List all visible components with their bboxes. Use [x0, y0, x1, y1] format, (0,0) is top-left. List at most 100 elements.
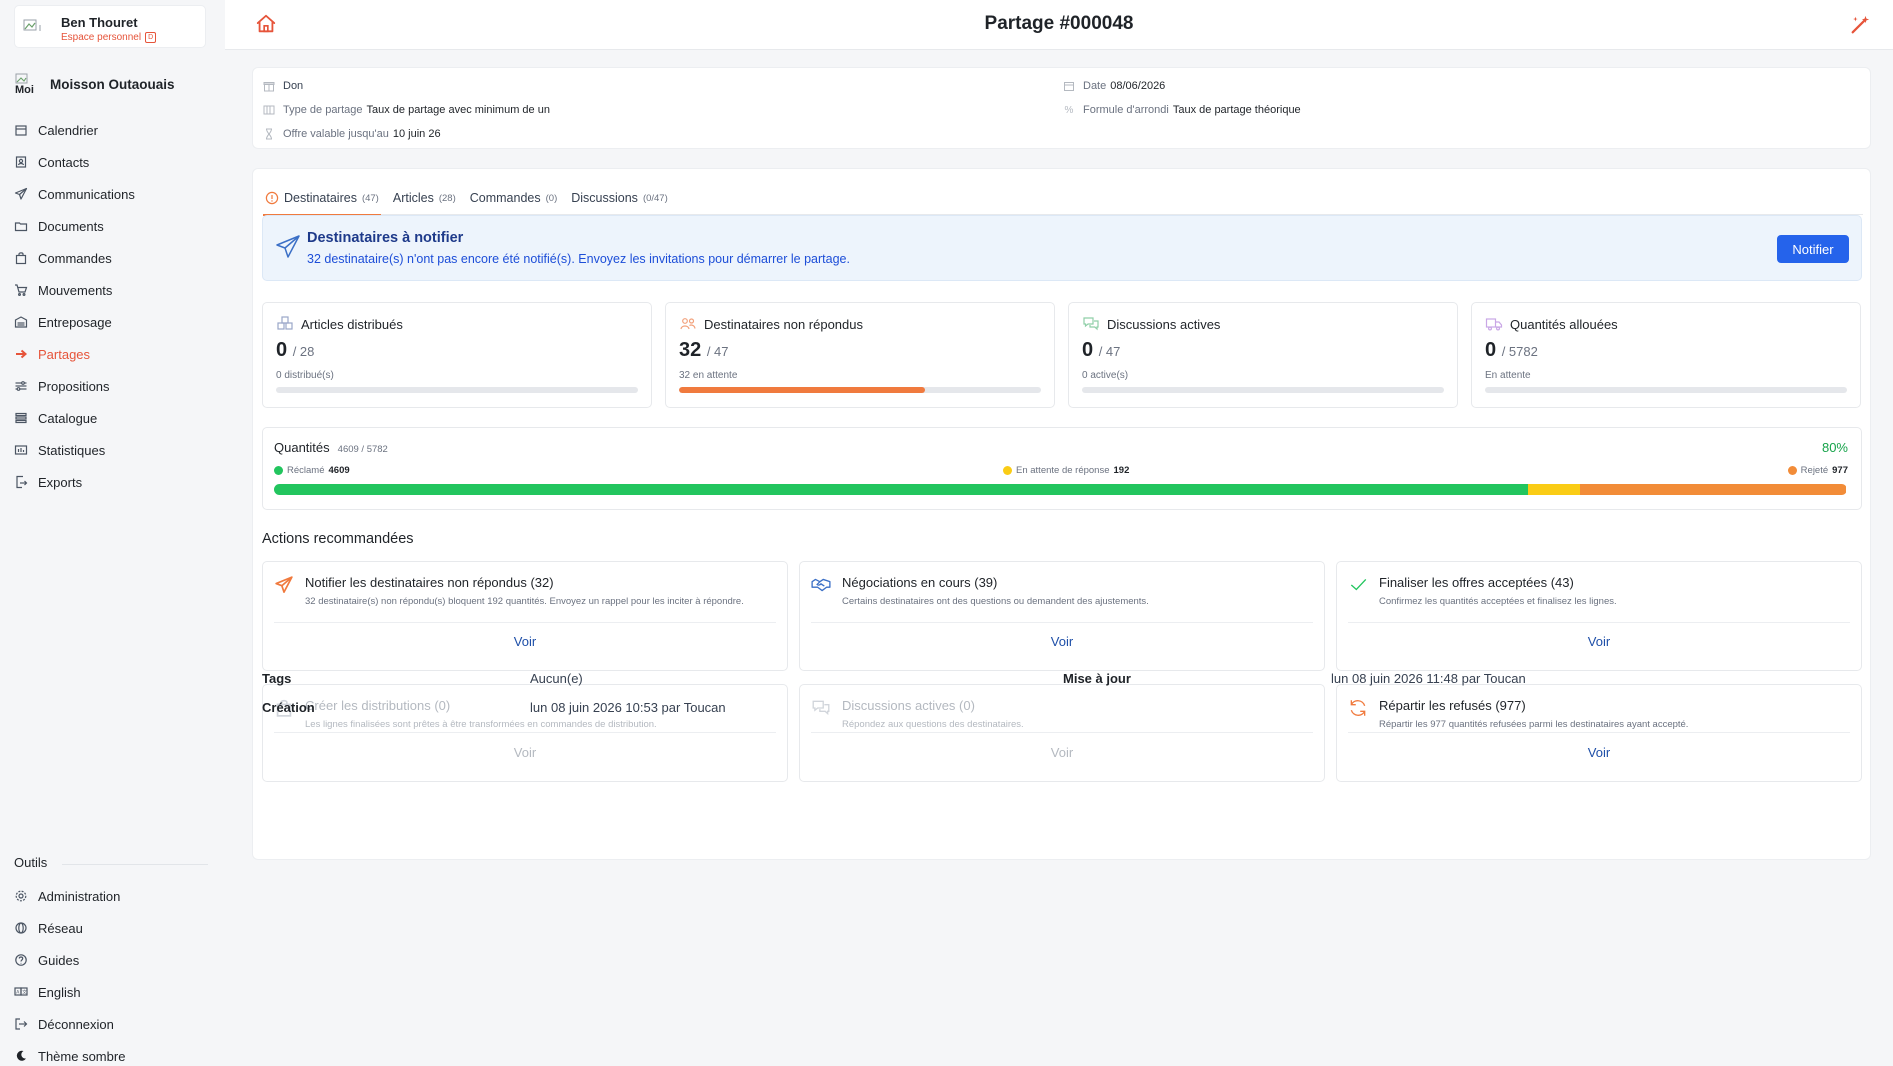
user-card[interactable]: Ben Thouret Espace personnel D	[14, 5, 206, 48]
notify-banner: Destinataires à notifier 32 destinataire…	[262, 215, 1862, 281]
notify-button[interactable]: Notifier	[1777, 235, 1849, 263]
sidebar-item-8[interactable]: Propositions	[14, 370, 209, 402]
info-date: Date 08/06/2026	[1063, 80, 1165, 92]
export-icon	[16, 475, 28, 489]
list-icon	[14, 411, 28, 425]
stat-value: 0 / 5782	[1485, 339, 1538, 362]
sidebar-item-4[interactable]: Commandes	[14, 242, 209, 274]
legend-rejected-label: Rejeté	[1800, 465, 1829, 476]
stat-total: / 47	[1098, 344, 1121, 359]
share-info-card: Don Type de partage Taux de partage avec…	[252, 67, 1871, 149]
action-description: Répondez aux questions des destinataires…	[842, 719, 1024, 730]
action-view-button[interactable]: Voir	[1337, 634, 1861, 649]
tools-item-4[interactable]: Déconnexion	[14, 1008, 209, 1040]
tags-label: Tags	[262, 671, 292, 686]
banner-text: 32 destinataire(s) n'ont pas encore été …	[307, 252, 850, 266]
logout-icon	[14, 1017, 28, 1031]
quantities-card: Quantités 4609 / 5782 80% Réclamé 4609 En…	[262, 427, 1862, 510]
help-icon	[15, 954, 27, 966]
stat-subtitle: 0 distribué(s)	[276, 370, 334, 381]
tools-item-3[interactable]: A文 English	[14, 976, 209, 1008]
sidebar-item-11[interactable]: Exports	[14, 466, 209, 498]
tab-2[interactable]: Commandes (0)	[468, 181, 560, 215]
action-view-button[interactable]: Voir	[1337, 745, 1861, 760]
stat-title: Discussions actives	[1107, 317, 1221, 332]
action-card: Finaliser les offres acceptées (43) Conf…	[1336, 561, 1862, 671]
banner-title: Destinataires à notifier	[307, 230, 464, 246]
tools-item-2[interactable]: Guides	[14, 944, 209, 976]
sidebar-item-1[interactable]: Contacts	[14, 146, 209, 178]
sidebar-item-9[interactable]: Catalogue	[14, 402, 209, 434]
legend-claimed-value: 4609	[328, 465, 350, 476]
sidebar-item-6[interactable]: Entreposage	[14, 306, 209, 338]
info-date-value: 08/06/2026	[1110, 80, 1166, 92]
action-description: 32 destinataire(s) non répondu(s) bloque…	[305, 596, 744, 607]
stat-subtitle: 0 active(s)	[1082, 370, 1129, 381]
sidebar-item-7[interactable]: Partages	[14, 338, 209, 370]
info-rounding-value: Taux de partage théorique	[1172, 104, 1301, 116]
legend-claimed: Réclamé 4609	[274, 465, 350, 476]
refresh-icon	[1350, 700, 1366, 716]
tab-3[interactable]: Discussions (0/47)	[569, 181, 670, 215]
action-title: Finaliser les offres acceptées (43)	[1379, 575, 1574, 590]
tab-label: Commandes	[469, 191, 541, 205]
warehouse-icon	[14, 316, 28, 328]
tab-count: (0/47)	[642, 192, 668, 204]
chat-icon	[1082, 315, 1100, 333]
sidebar-item-label: Partages	[38, 346, 91, 362]
tab-count: (47)	[361, 192, 379, 204]
sidebar-item-label: Documents	[38, 218, 104, 234]
tools-item-1[interactable]: Réseau	[14, 912, 209, 944]
info-valid-value: 10 juin 26	[392, 128, 441, 140]
moon-icon	[14, 1049, 28, 1063]
legend-rejected-value: 977	[1832, 465, 1848, 476]
tools-item-5[interactable]: Thème sombre	[14, 1040, 209, 1066]
bag-icon	[14, 251, 28, 265]
bag-icon	[15, 252, 27, 265]
organization[interactable]: Moi Moisson Outaouais	[14, 72, 175, 96]
info-icon	[265, 191, 279, 205]
sidebar-item-10[interactable]: Statistiques	[14, 434, 209, 466]
tools-item-label: Thème sombre	[38, 1048, 126, 1064]
tools-item-label: Administration	[38, 888, 121, 904]
tab-1[interactable]: Articles (28)	[391, 181, 458, 215]
tools-item-label: Réseau	[38, 920, 83, 936]
cart-icon	[14, 283, 28, 297]
check-icon	[1350, 578, 1367, 591]
legend-rejected-dot	[1787, 466, 1797, 475]
contacts-icon	[15, 156, 27, 168]
user-space: Espace personnel D	[61, 32, 157, 43]
users-icon	[680, 318, 696, 330]
tools-title: Outils	[14, 855, 48, 870]
sidebar-item-label: Calendrier	[38, 122, 98, 138]
tab-0[interactable]: Destinataires (47)	[263, 181, 381, 216]
sidebar-item-label: Statistiques	[38, 442, 106, 458]
sidebar-item-label: Exports	[38, 474, 83, 490]
export-icon	[14, 475, 28, 489]
action-title: Discussions actives (0)	[842, 698, 975, 713]
info-date-label: Date	[1083, 80, 1107, 92]
action-view-button[interactable]: Voir	[263, 634, 787, 649]
chart-icon	[14, 445, 28, 455]
magic-wand-icon[interactable]	[1849, 14, 1871, 36]
sidebar-item-5[interactable]: Mouvements	[14, 274, 209, 306]
sidebar-item-3[interactable]: Documents	[14, 210, 209, 242]
action-view-button[interactable]: Voir	[800, 634, 1324, 649]
page-header: Partage #000048	[225, 0, 1893, 50]
stat-card: Destinataires non répondus 32 / 47 32 en…	[665, 302, 1055, 408]
moon-icon	[16, 1050, 26, 1061]
tags-value: Aucun(e)	[530, 671, 583, 686]
info-valid-label: Offre valable jusqu'au	[283, 128, 389, 140]
chat-icon	[1083, 317, 1099, 331]
calendar-icon	[14, 123, 28, 137]
bar-segment-rejected	[1580, 484, 1846, 495]
stat-value: 32 / 47	[679, 339, 729, 362]
legend-waiting-value: 192	[1113, 465, 1130, 476]
stat-progress	[276, 387, 638, 393]
sidebar-item-2[interactable]: Communications	[14, 178, 209, 210]
sidebar-item-0[interactable]: Calendrier	[14, 114, 209, 146]
tools-item-0[interactable]: Administration	[14, 880, 209, 912]
action-card: Notifier les destinataires non répondus …	[262, 561, 788, 671]
sidebar-item-label: Entreposage	[38, 314, 112, 330]
chat-icon	[812, 700, 830, 716]
